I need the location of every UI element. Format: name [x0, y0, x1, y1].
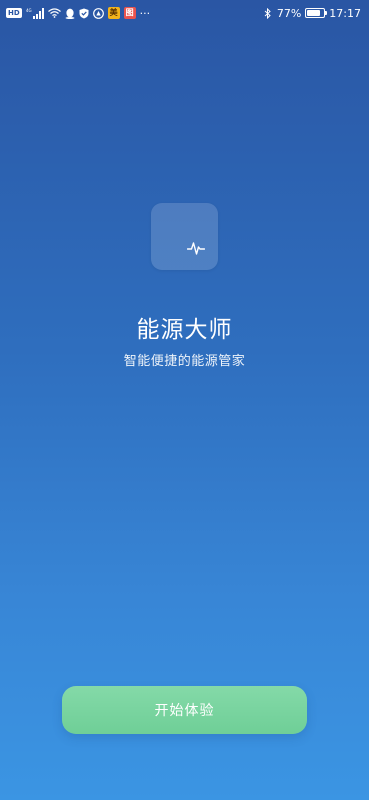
bluetooth-icon [263, 7, 273, 19]
circle-app-icon [92, 7, 104, 19]
battery-level-fill [307, 10, 320, 16]
clock: 17:17 [329, 6, 361, 20]
wifi-icon [47, 7, 61, 19]
app-notification-icon: 图 [123, 7, 136, 19]
status-bar: HD 4G 美 图 ··· 77% 17:17 [0, 0, 369, 26]
battery-percent: 77% [276, 6, 302, 20]
more-notifications-icon: ··· [139, 6, 151, 20]
signal-icon: 4G [26, 7, 44, 19]
app-subtitle: 智能便捷的能源管家 [123, 354, 246, 369]
status-bar-left: HD 4G 美 图 ··· [6, 0, 150, 26]
hd-badge: HD [6, 8, 22, 18]
meituan-app-icon: 美 [107, 7, 120, 19]
network-type-label: 4G [26, 8, 32, 13]
shield-check-icon [79, 7, 89, 19]
app-logo [151, 203, 218, 270]
app-title: 能源大师 [136, 317, 233, 343]
status-bar-right: 77% 17:17 [263, 0, 361, 26]
battery-icon [305, 8, 328, 18]
start-button[interactable]: 开始体验 [62, 686, 307, 734]
qq-icon [65, 7, 75, 19]
pulse-icon [187, 242, 205, 255]
